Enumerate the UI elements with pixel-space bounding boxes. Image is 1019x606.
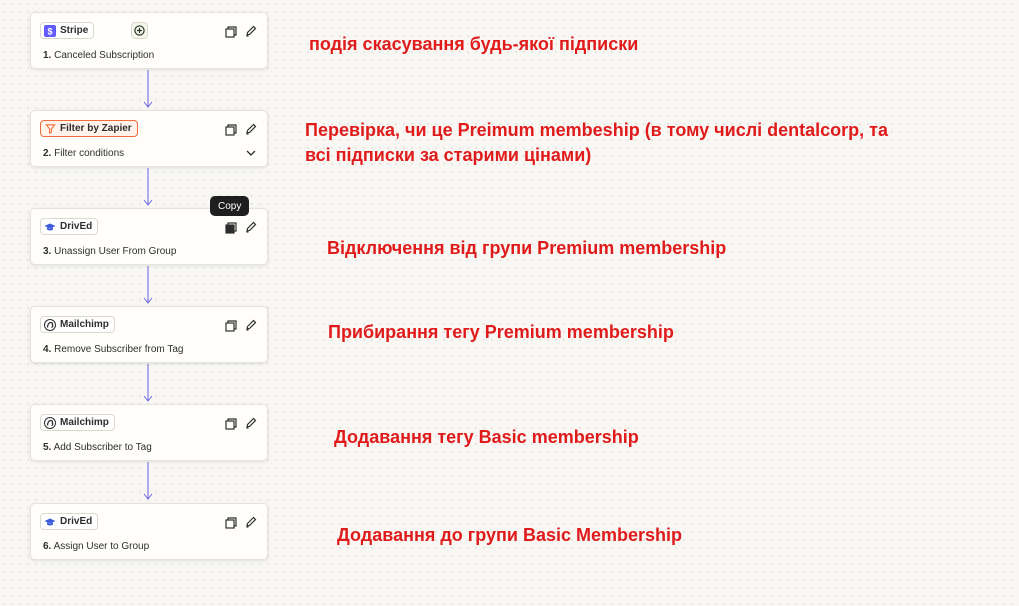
step-number: 3. [43, 246, 52, 257]
step-card-2[interactable]: Filter by Zapier 2. Filter conditions [30, 110, 268, 167]
app-chip-drived: DrivEd [40, 513, 99, 530]
app-name: DrivEd [60, 516, 93, 527]
app-chip-stripe: $ Stripe [40, 22, 95, 39]
pencil-icon[interactable] [245, 319, 257, 331]
step-title: 1. Canceled Subscription [43, 50, 154, 61]
step-number: 6. [43, 541, 52, 552]
annotation-step-5: Додавання тегу Basic membership [334, 427, 639, 447]
app-chip-mailchimp: Mailchimp [40, 414, 115, 431]
step-card-6[interactable]: DrivEd 6. Assign User to Group [30, 503, 268, 560]
connector-arrow [143, 462, 153, 500]
app-chip-mailchimp: Mailchimp [40, 316, 115, 333]
annotation-step-4: Прибирання тегу Premium membership [328, 322, 674, 342]
annotation-step-2-line-1: Перевірка, чи це Preimum membeship (в то… [305, 120, 888, 140]
step-title: 6. Assign User to Group [43, 541, 149, 552]
annotation-step-6: Додавання до групи Basic Membership [337, 525, 683, 545]
pencil-icon[interactable] [245, 516, 257, 528]
graduation-cap-icon [44, 516, 56, 528]
graduation-cap-icon [44, 221, 56, 233]
annotation-step-1: подія скасування будь-якої підписки [309, 34, 639, 54]
annotation-step-2-line-2: всі підписки за старими цінами) [305, 145, 592, 165]
duplicate-icon[interactable] [225, 517, 237, 529]
duplicate-icon[interactable] [225, 320, 237, 332]
mailchimp-icon [44, 416, 56, 429]
connector-arrow [143, 70, 153, 108]
step-card-3[interactable]: DrivEd 3. Unassign User From Group [30, 208, 268, 265]
app-chip-filter: Filter by Zapier [40, 120, 138, 137]
step-label: Canceled Subscription [54, 50, 155, 61]
step-label: Filter conditions [54, 148, 125, 159]
plus-circle-icon [134, 25, 145, 36]
duplicate-icon[interactable] [225, 222, 237, 234]
step-title: 4. Remove Subscriber from Tag [43, 344, 183, 355]
trigger-badge [131, 22, 148, 39]
app-name: DrivEd [60, 221, 93, 232]
connector-arrow [143, 266, 153, 304]
app-chip-drived: DrivEd [40, 218, 99, 235]
step-title: 5. Add Subscriber to Tag [43, 442, 152, 453]
step-title: 2. Filter conditions [43, 148, 124, 159]
chevron-down-icon[interactable] [245, 148, 257, 158]
step-title: 3. Unassign User From Group [43, 246, 176, 257]
app-name: Mailchimp [60, 417, 109, 428]
svg-text:$: $ [47, 26, 52, 36]
step-label: Assign User to Group [53, 541, 150, 552]
pencil-icon[interactable] [245, 25, 257, 37]
duplicate-icon[interactable] [225, 124, 237, 136]
connector-arrow [143, 168, 153, 206]
filter-icon [44, 123, 56, 135]
step-card-1[interactable]: $ Stripe 1. Canceled Subscription [30, 12, 268, 69]
copy-tooltip: Copy [210, 196, 250, 216]
step-label: Remove Subscriber from Tag [54, 344, 184, 355]
step-label: Add Subscriber to Tag [53, 442, 152, 453]
step-number: 4. [43, 344, 52, 355]
app-name: Filter by Zapier [60, 123, 132, 134]
step-number: 5. [43, 442, 52, 453]
connector-arrow [143, 364, 153, 402]
pencil-icon[interactable] [245, 221, 257, 233]
pencil-icon[interactable] [245, 417, 257, 429]
step-number: 2. [43, 148, 52, 159]
mailchimp-icon [44, 318, 56, 331]
stripe-icon: $ [44, 24, 56, 37]
step-number: 1. [43, 50, 52, 61]
app-name: Stripe [60, 25, 89, 36]
duplicate-icon[interactable] [225, 418, 237, 430]
step-label: Unassign User From Group [54, 246, 177, 257]
pencil-icon[interactable] [245, 123, 257, 135]
app-name: Mailchimp [60, 319, 109, 330]
duplicate-icon[interactable] [225, 26, 237, 38]
annotation-step-3: Відключення від групи Premium membership [327, 238, 727, 258]
step-card-4[interactable]: Mailchimp 4. Remove Subscriber from Tag [30, 306, 268, 363]
step-card-5[interactable]: Mailchimp 5. Add Subscriber to Tag [30, 404, 268, 461]
